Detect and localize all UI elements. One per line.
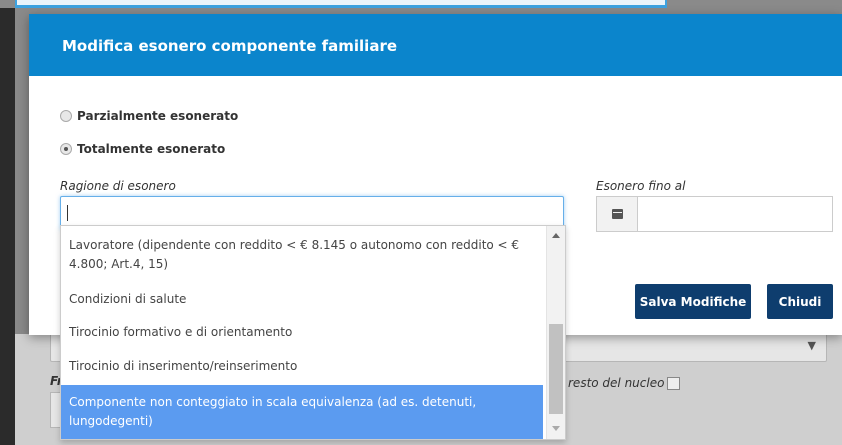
dropdown-option[interactable]: Condizioni di salute xyxy=(61,290,543,309)
dropdown-option[interactable]: Lavoratore (dipendente con reddito < € 8… xyxy=(61,236,543,274)
radio-button-unchecked[interactable] xyxy=(60,110,72,122)
background-label-resto: resto del nucleo xyxy=(568,376,681,390)
dropdown-scrollbar[interactable] xyxy=(546,226,565,439)
background-checkbox[interactable] xyxy=(667,376,681,390)
background-left-edge xyxy=(0,8,15,445)
calendar-icon xyxy=(611,209,623,219)
date-input[interactable] xyxy=(638,197,832,231)
scroll-down-arrow-icon[interactable] xyxy=(552,426,560,431)
save-button[interactable]: Salva Modifiche xyxy=(635,284,751,319)
radio-button-checked[interactable] xyxy=(60,143,72,155)
date-label: Esonero fino al xyxy=(596,179,686,193)
date-picker-group[interactable] xyxy=(596,196,833,232)
scrollbar-thumb[interactable] xyxy=(549,324,563,414)
dropdown-option-selected[interactable]: Componente non conteggiato in scala equi… xyxy=(61,385,543,439)
radio-label-parzialmente: Parzialmente esonerato xyxy=(77,109,239,123)
radio-label-totalmente: Totalmente esonerato xyxy=(77,142,226,156)
close-button[interactable]: Chiudi xyxy=(767,284,833,319)
reason-label: Ragione di esonero xyxy=(60,179,176,193)
scroll-up-arrow-icon[interactable] xyxy=(552,233,560,238)
radio-parzialmente[interactable]: Parzialmente esonerato xyxy=(60,109,238,123)
background-label-resto-text: resto del nucleo xyxy=(568,376,665,390)
calendar-button[interactable] xyxy=(597,197,638,231)
text-caret xyxy=(67,205,68,221)
dropdown-option[interactable]: Tirocinio formativo e di orientamento xyxy=(61,323,543,342)
radio-totalmente[interactable]: Totalmente esonerato xyxy=(60,142,225,156)
chevron-down-icon: ▼ xyxy=(807,339,816,352)
background-top-strip-inner xyxy=(17,0,665,5)
reason-dropdown-list[interactable]: Lavoratore (dipendente con reddito < € 8… xyxy=(60,225,566,440)
modal-title: Modifica esonero componente familiare xyxy=(62,37,398,55)
modal-header: Modifica esonero componente familiare xyxy=(29,14,842,76)
dropdown-option[interactable]: Tirocinio di inserimento/reinserimento xyxy=(61,357,543,376)
